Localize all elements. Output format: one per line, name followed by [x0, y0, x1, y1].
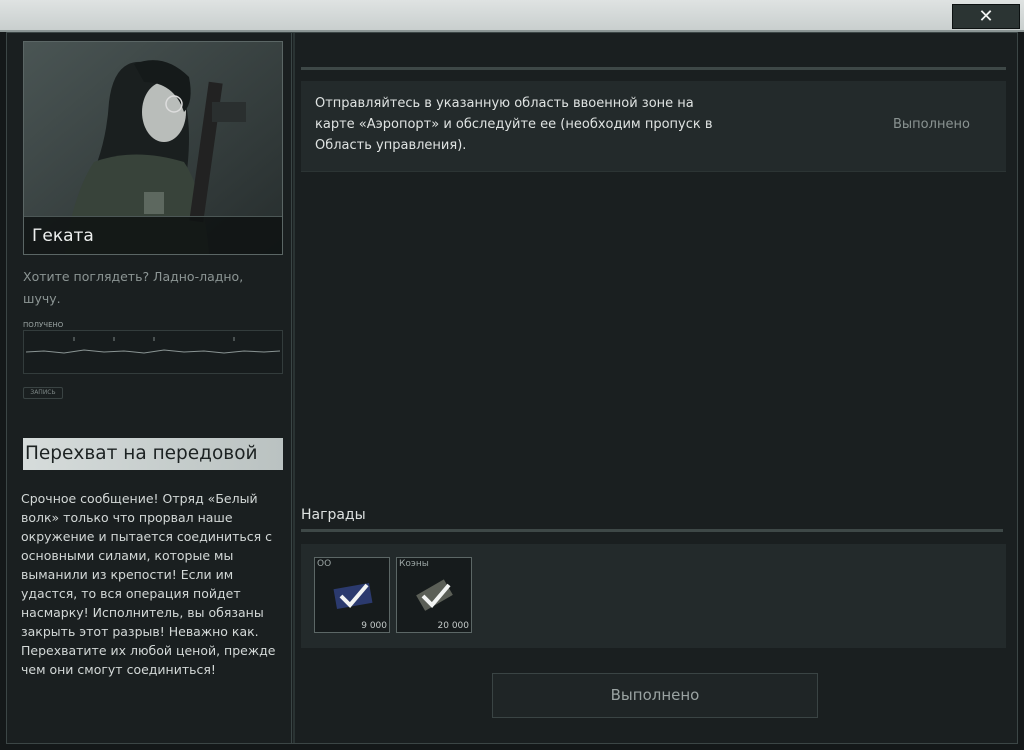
close-icon: ✕ [978, 6, 994, 27]
trader-portrait: Геката [23, 41, 283, 255]
exp-token-icon [333, 583, 373, 609]
rewards-label: Награды [301, 507, 366, 523]
reward-item-coins[interactable]: Коэны 20 000 [396, 557, 472, 633]
reward-count: 20 000 [437, 621, 470, 631]
reward-count: 9 000 [361, 621, 387, 631]
audio-waveform [23, 330, 283, 374]
audio-label: ПОЛУЧЕНО [23, 321, 64, 329]
left-panel: Геката Хотите поглядеть? Ладно-ладно, шу… [13, 33, 292, 743]
quest-title: Перехват на передовой [23, 438, 283, 470]
objectives-divider [301, 67, 1006, 70]
objective-status: Выполнено [893, 117, 970, 132]
quest-window: Геката Хотите поглядеть? Ладно-ладно, шу… [6, 32, 1018, 744]
reward-item-exp[interactable]: ОО 9 000 [314, 557, 390, 633]
objective-text: Отправляйтесь в указанную область ввоенн… [315, 96, 713, 153]
waveform-icon [25, 337, 281, 354]
rewards-panel: ОО 9 000 Коэны 20 000 [301, 544, 1006, 648]
trader-quote: Хотите поглядеть? Ладно-ладно, шучу. [23, 269, 244, 306]
panel-divider [293, 33, 295, 743]
coins-icon [416, 579, 453, 611]
rewards-divider [301, 529, 1003, 532]
close-button[interactable]: ✕ [952, 4, 1020, 29]
complete-button[interactable]: Выполнено [492, 673, 818, 718]
trader-name: Геката [24, 216, 282, 254]
quest-description: Срочное сообщение! Отряд «Белый волк» то… [21, 491, 276, 677]
reward-name: ОО [317, 559, 332, 569]
objective-row: Отправляйтесь в указанную область ввоенн… [301, 81, 1006, 172]
reward-name: Коэны [399, 559, 429, 569]
top-bar: ✕ [0, 0, 1024, 32]
audio-control[interactable]: ЗАПИСЬ [23, 387, 63, 399]
